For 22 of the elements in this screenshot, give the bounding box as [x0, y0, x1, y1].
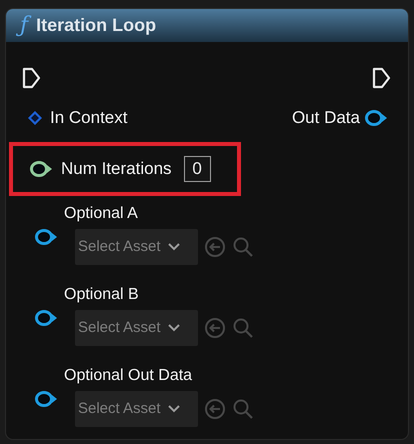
chevron-icon — [166, 404, 181, 414]
asset-dropdown[interactable]: Select Asset — [75, 310, 198, 346]
pin-label: Num Iterations — [61, 158, 172, 180]
number-field[interactable]: 0 — [184, 156, 211, 182]
circle-pin-icon[interactable] — [34, 308, 58, 326]
exec-out-pin-icon[interactable] — [372, 67, 392, 89]
circle-pin-icon[interactable] — [34, 228, 58, 246]
pin-label: Optional A — [64, 204, 139, 224]
pin-label: Out Data — [292, 107, 360, 130]
circle-pin-icon[interactable] — [364, 109, 388, 127]
pin-label: Optional B — [64, 285, 140, 305]
chevron-icon — [166, 323, 181, 333]
circle-pin-icon[interactable] — [34, 390, 58, 408]
diamond-pin-icon[interactable] — [28, 111, 42, 125]
node-title: Iteration Loop — [36, 14, 156, 37]
circle-pin-icon[interactable] — [29, 160, 53, 178]
asset-dropdown[interactable]: Select Asset — [75, 391, 198, 427]
pin-label: Optional Out Data — [64, 366, 194, 386]
exec-in-pin-icon[interactable] — [22, 67, 42, 89]
chevron-icon — [166, 242, 181, 252]
pin-label: In Context — [50, 107, 128, 130]
asset-dropdown[interactable]: Select Asset — [75, 229, 198, 265]
